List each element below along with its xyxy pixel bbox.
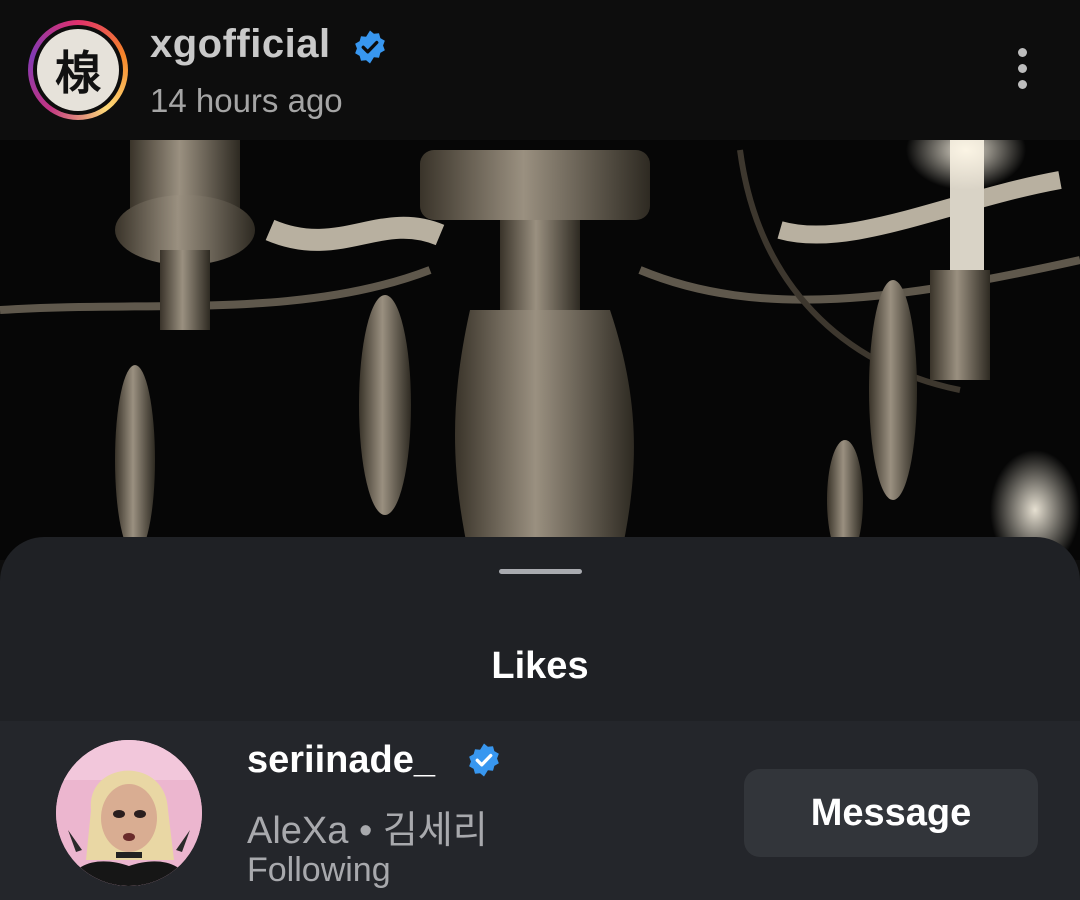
- profile-logo: 楾: [37, 29, 119, 111]
- post-image[interactable]: [0, 140, 1080, 560]
- message-button[interactable]: Message: [744, 769, 1038, 857]
- drag-handle[interactable]: [499, 569, 582, 574]
- post-header: 楾 xgofficial 14 hours ago: [0, 0, 1080, 140]
- liker-username[interactable]: seriinade_: [247, 739, 435, 782]
- list-item[interactable]: seriinade_ AleXa • 김세리 Following Message: [0, 721, 1080, 900]
- likes-title: Likes: [491, 645, 589, 687]
- profile-avatar[interactable]: 楾: [28, 20, 128, 120]
- post-timestamp: 14 hours ago: [150, 82, 343, 119]
- chandelier-photo: [0, 140, 1080, 560]
- more-options-icon[interactable]: [1004, 48, 1040, 96]
- verified-icon: [466, 742, 502, 783]
- likes-sheet: Likes seriinade_ AleXa • 김세리 Following M…: [0, 537, 1080, 900]
- liker-full-name: AleXa • 김세리: [247, 810, 488, 852]
- following-status: Following: [247, 851, 391, 889]
- post-username[interactable]: xgofficial: [150, 22, 331, 67]
- avatar[interactable]: [56, 740, 202, 886]
- verified-icon: [352, 29, 388, 70]
